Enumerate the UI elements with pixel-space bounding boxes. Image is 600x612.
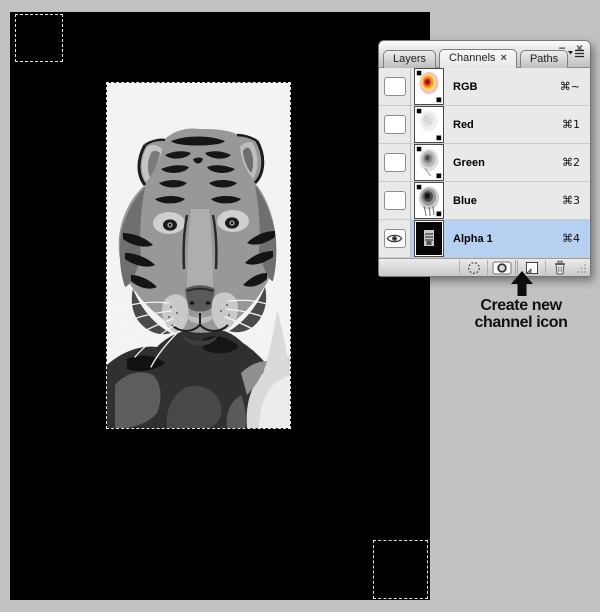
channel-thumbnail-red bbox=[414, 106, 444, 143]
tab-channels[interactable]: Channels × bbox=[439, 49, 517, 68]
resize-grip[interactable] bbox=[573, 259, 589, 276]
eye-icon bbox=[383, 229, 406, 248]
channel-list: RGB ⌘~ Red ⌘1 Green ⌘2 Blue ⌘3 Alpha 1 ⌘… bbox=[379, 68, 590, 258]
visibility-toggle[interactable] bbox=[379, 106, 411, 143]
channel-row-rgb[interactable]: RGB ⌘~ bbox=[379, 68, 590, 106]
eye-well-empty bbox=[383, 115, 406, 134]
eye-well-empty bbox=[383, 153, 406, 172]
panel-footer bbox=[379, 258, 590, 276]
channel-shortcut: ⌘2 bbox=[562, 156, 580, 169]
visibility-toggle[interactable] bbox=[379, 220, 411, 257]
panel-menu-icon[interactable] bbox=[567, 45, 585, 63]
channel-row-blue[interactable]: Blue ⌘3 bbox=[379, 182, 590, 220]
channel-shortcut: ⌘1 bbox=[562, 118, 580, 131]
channel-name: Green bbox=[453, 156, 485, 169]
channel-row-red[interactable]: Red ⌘1 bbox=[379, 106, 590, 144]
tiger-image-selection bbox=[106, 82, 291, 429]
eye-well-empty bbox=[383, 77, 406, 96]
tiger-image bbox=[107, 83, 290, 428]
channel-thumbnail-green bbox=[414, 144, 444, 181]
channel-shortcut: ⌘3 bbox=[562, 194, 580, 207]
visibility-toggle[interactable] bbox=[379, 182, 411, 219]
tab-close-icon[interactable]: × bbox=[501, 52, 507, 64]
channel-row-green[interactable]: Green ⌘2 bbox=[379, 144, 590, 182]
panel-tabs: Layers Channels × Paths bbox=[383, 49, 571, 68]
channel-name: Red bbox=[453, 118, 474, 131]
delete-channel-button[interactable] bbox=[545, 260, 573, 275]
annotation-caption: Create new channel icon bbox=[431, 297, 600, 331]
channel-row-alpha1[interactable]: Alpha 1 ⌘4 bbox=[379, 220, 590, 258]
selection-marquee-top-left bbox=[15, 14, 63, 62]
channel-name: Alpha 1 bbox=[453, 232, 493, 245]
tab-layers-label: Layers bbox=[393, 53, 427, 65]
tab-paths[interactable]: Paths bbox=[519, 50, 569, 68]
channel-thumbnail-rgb bbox=[414, 68, 444, 105]
channel-thumbnail-alpha bbox=[414, 220, 444, 257]
channel-name: RGB bbox=[453, 80, 478, 93]
channel-shortcut: ⌘~ bbox=[559, 80, 580, 93]
document-canvas[interactable] bbox=[10, 12, 430, 600]
visibility-toggle[interactable] bbox=[379, 144, 411, 181]
channel-thumbnail-blue bbox=[414, 182, 444, 219]
load-channel-as-selection-button[interactable] bbox=[459, 260, 487, 275]
eye-well-empty bbox=[383, 191, 406, 210]
up-arrow-icon bbox=[511, 271, 533, 296]
tab-channels-label: Channels bbox=[449, 52, 496, 64]
visibility-toggle[interactable] bbox=[379, 68, 411, 105]
annotation-line-2: channel icon bbox=[474, 314, 568, 331]
panel-header: − × Layers Channels × Paths bbox=[379, 41, 590, 68]
selection-marquee-bottom-right bbox=[373, 540, 428, 599]
photoshop-workspace: − × Layers Channels × Paths RGB ⌘~ Red ⌘… bbox=[0, 0, 600, 612]
annotation-line-1: Create new bbox=[480, 297, 562, 314]
channel-name: Blue bbox=[453, 194, 477, 207]
channel-shortcut: ⌘4 bbox=[562, 232, 580, 245]
channels-panel: − × Layers Channels × Paths RGB ⌘~ Red ⌘… bbox=[378, 40, 591, 277]
tab-layers[interactable]: Layers bbox=[383, 50, 437, 68]
tab-paths-label: Paths bbox=[529, 53, 559, 65]
